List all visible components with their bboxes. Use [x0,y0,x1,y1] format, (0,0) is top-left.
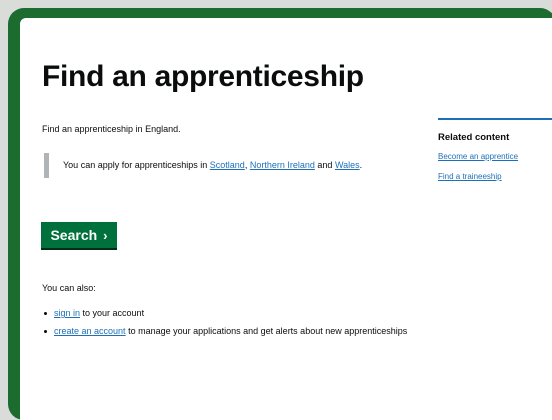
inset-text-intro: You can apply for apprenticeships in [63,160,208,170]
inset-period: . [359,160,363,170]
list-item: create an account to manage your applica… [42,325,422,337]
inset-text: You can apply for apprenticeships in Sco… [44,153,425,178]
page: Find an apprenticeship Find an apprentic… [20,18,552,420]
sign-in-link[interactable]: sign in [54,308,80,318]
become-apprentice-link[interactable]: Become an apprentice [438,152,518,161]
related-heading: Related content [438,132,510,143]
inset-comma: , [244,160,248,170]
search-button[interactable]: Search › [41,222,117,250]
related-links: Become an apprentice Find a traineeship [438,151,552,182]
lede-text: Find an apprenticeship in England. [42,124,181,134]
create-account-link[interactable]: create an account [54,326,126,336]
northern-ireland-link[interactable]: Northern Ireland [250,160,315,170]
list-item: Become an apprentice [438,151,552,162]
also-list: sign in to your account create an accoun… [42,307,422,343]
sign-in-suffix: to your account [82,308,145,318]
list-item: Find a traineeship [438,171,552,182]
scotland-link[interactable]: Scotland [210,160,245,170]
list-item: sign in to your account [42,307,422,319]
find-traineeship-link[interactable]: Find a traineeship [438,172,502,181]
also-heading: You can also: [42,283,96,293]
page-title: Find an apprenticeship [42,60,364,93]
wales-link[interactable]: Wales [335,160,360,170]
inset-and: and [317,160,333,170]
chevron-right-icon: › [103,227,108,243]
screenshot-frame: Find an apprenticeship Find an apprentic… [8,8,552,420]
related-content: Related content Become an apprentice Fin… [438,118,552,191]
create-account-suffix: to manage your applications and get aler… [128,326,408,336]
search-button-label: Search [50,227,98,243]
